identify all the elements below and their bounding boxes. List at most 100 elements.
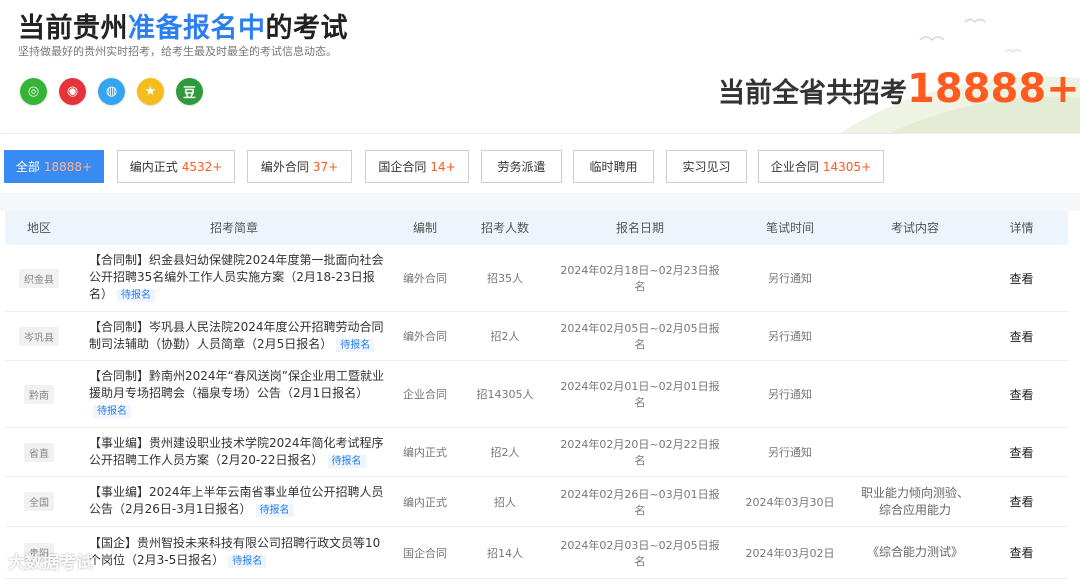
table-row: 贵阳 【国企】贵州智投未来科技有限公司招聘行政文员等10个岗位（2月3-5日报名）… <box>5 527 1068 579</box>
date-cell: 2024年02月26日~03月01日报名 <box>560 487 720 517</box>
table-header: 地区 招考简章 编制 招考人数 报名日期 笔试时间 考试内容 详情 <box>5 211 1068 245</box>
status-badge: 待报名 <box>336 338 375 352</box>
count-cell: 招14人 <box>487 546 523 560</box>
detail-cell: 查看 <box>975 361 1068 427</box>
brief-link[interactable]: 【事业编】贵州建设职业技术学院2024年简化考试程序公开招聘工作人员方案（2月2… <box>89 435 385 470</box>
brief-cell: 【合同制】岑巩县人民法院2024年度公开招聘劳动合同制司法辅助（协勤）人员简章（… <box>73 312 395 360</box>
exam-content-cell <box>855 428 975 476</box>
qq-icon[interactable]: ◍ <box>98 78 125 105</box>
date-cell: 2024年02月01日~02月01日报名 <box>560 380 720 409</box>
stat-label: 当前全省共招考 <box>718 78 907 109</box>
table-row: 岑巩县 【合同制】岑巩县人民法院2024年度公开招聘劳动合同制司法辅助（协勤）人员… <box>5 312 1068 361</box>
detail-cell: 查看 <box>975 245 1068 311</box>
count-cell: 招35人 <box>487 272 523 285</box>
brief-link[interactable]: 【合同制】岑巩县人民法院2024年度公开招聘劳动合同制司法辅助（协勤）人员简章（… <box>89 319 385 354</box>
page-title: 当前贵州准备报名中的考试 <box>18 6 348 45</box>
filter-3[interactable]: 编外合同 37+ <box>247 150 352 183</box>
brief-link[interactable]: 【国企】贵州智投未来科技有限公司招聘行政文员等10个岗位（2月3-5日报名） 待报… <box>89 535 385 570</box>
status-badge: 待报名 <box>93 405 131 418</box>
exam-content-text: 职业能力倾向测验、综合应用能力 <box>860 485 969 517</box>
view-detail-link[interactable]: 查看 <box>1009 328 1033 345</box>
weibo-icon[interactable]: ◉ <box>59 78 86 105</box>
detail-cell: 查看 <box>975 527 1068 578</box>
filter-count: 37+ <box>312 159 339 174</box>
status-badge: 待报名 <box>117 289 156 302</box>
column-header: 地区 <box>26 221 51 235</box>
watermark: 大数据考试 <box>8 553 93 573</box>
brief-cell: 【国企】贵州智投未来科技有限公司招聘行政文员等10个岗位（2月3-5日报名） 待报… <box>73 527 395 578</box>
filter-count: 18888+ <box>43 159 93 174</box>
page-subtitle: 坚持做最好的贵州实时招考，给考生最及时最全的考试信息动态。 <box>18 45 337 58</box>
count-cell: 招2人 <box>490 446 520 459</box>
filter-2[interactable]: 编内正式 4532+ <box>117 150 235 183</box>
filter-1[interactable]: 全部 18888+ <box>4 150 104 183</box>
view-detail-link[interactable]: 查看 <box>1009 444 1033 461</box>
brief-link[interactable]: 【合同制】黔南州2024年“春风送岗”保企业用工暨就业援助月专场招聘会（福泉专场… <box>89 368 385 420</box>
exam-content-cell: 职业能力倾向测验、综合应用能力 <box>855 477 975 526</box>
filter-label: 编内正式 <box>129 160 178 174</box>
type-cell: 编外合同 <box>403 330 447 343</box>
column-header: 报名日期 <box>615 221 664 235</box>
type-cell: 编内正式 <box>403 446 447 459</box>
filter-7[interactable]: 实习见习 <box>666 150 747 183</box>
region-tag: 黔南 <box>24 384 54 404</box>
title-highlight: 准备报名中 <box>128 13 266 44</box>
filter-label: 劳务派遣 <box>497 160 546 174</box>
filter-6[interactable]: 临时聘用 <box>573 150 654 183</box>
exam-time-cell: 另行通知 <box>768 388 812 401</box>
region-tag: 岑巩县 <box>19 326 59 346</box>
detail-cell: 查看 <box>975 312 1068 360</box>
filter-4[interactable]: 国企合同 14+ <box>365 150 469 183</box>
filter-count: 14305+ <box>822 159 872 174</box>
exam-content-cell <box>855 361 975 427</box>
table-row: 黔南 【合同制】黔南州2024年“春风送岗”保企业用工暨就业援助月专场招聘会（福泉… <box>5 361 1068 428</box>
view-detail-link[interactable]: 查看 <box>1009 386 1033 403</box>
table-row: 全国 【事业编】2024年上半年云南省事业单位公开招聘人员公告（2月26日-3月1… <box>5 477 1068 527</box>
region-cell: 岑巩县 <box>5 312 73 360</box>
douban-icon[interactable]: 豆 <box>176 78 203 105</box>
exam-time-cell: 2024年03月30日 <box>745 495 835 509</box>
qzone-icon[interactable]: ★ <box>137 78 164 105</box>
region-tag: 省直 <box>24 442 54 462</box>
exam-content-cell: 《综合能力测试》 <box>855 527 975 578</box>
region-tag: 全国 <box>24 492 54 511</box>
region-tag: 织金县 <box>19 268 59 288</box>
filter-count: 4532+ <box>181 159 223 174</box>
table-row: 织金县 【合同制】织金县妇幼保健院2024年度第一批面向社会公开招聘35名编外工作… <box>5 245 1068 312</box>
count-cell: 招2人 <box>490 330 520 343</box>
view-detail-link[interactable]: 查看 <box>1009 270 1033 287</box>
detail-cell: 查看 <box>975 477 1068 526</box>
region-cell: 黔南 <box>5 361 73 427</box>
brief-cell: 【事业编】贵州建设职业技术学院2024年简化考试程序公开招聘工作人员方案（2月2… <box>73 428 395 476</box>
share-bar: ◎ ◉ ◍ ★ 豆 <box>20 78 203 105</box>
filter-5[interactable]: 劳务派遣 <box>481 150 562 183</box>
type-cell: 国企合同 <box>403 546 447 560</box>
brief-link[interactable]: 【事业编】2024年上半年云南省事业单位公开招聘人员公告（2月26日-3月1日报… <box>89 484 385 519</box>
exam-time-cell: 2024年03月02日 <box>745 546 835 560</box>
status-badge: 待报名 <box>228 555 267 568</box>
date-cell: 2024年02月20日~02月22日报名 <box>560 438 720 467</box>
type-cell: 编内正式 <box>403 495 447 509</box>
column-header: 编制 <box>412 221 437 235</box>
filter-8[interactable]: 企业合同 14305+ <box>758 150 884 183</box>
detail-cell: 查看 <box>975 428 1068 476</box>
wechat-icon[interactable]: ◎ <box>20 78 47 105</box>
count-cell: 招14305人 <box>476 388 534 401</box>
title-prefix: 当前贵州 <box>18 13 128 44</box>
region-cell: 织金县 <box>5 245 73 311</box>
date-cell: 2024年02月03日~02月05日报名 <box>560 538 720 568</box>
status-badge: 待报名 <box>327 454 366 468</box>
brief-link[interactable]: 【合同制】织金县妇幼保健院2024年度第一批面向社会公开招聘35名编外工作人员实… <box>89 252 385 304</box>
column-header: 招考简章 <box>209 221 258 235</box>
brief-cell: 【合同制】黔南州2024年“春风送岗”保企业用工暨就业援助月专场招聘会（福泉专场… <box>73 361 395 427</box>
total-stat: 当前全省共招考18888+人 <box>718 66 1080 112</box>
filter-label: 企业合同 <box>770 160 819 174</box>
region-cell: 省直 <box>5 428 73 476</box>
exam-content-cell <box>855 245 975 311</box>
filter-label: 实习见习 <box>682 160 731 174</box>
title-suffix: 的考试 <box>265 13 348 44</box>
column-header: 招考人数 <box>480 221 529 235</box>
view-detail-link[interactable]: 查看 <box>1009 544 1033 561</box>
exam-content-text: 《综合能力测试》 <box>866 545 963 559</box>
view-detail-link[interactable]: 查看 <box>1009 493 1033 510</box>
